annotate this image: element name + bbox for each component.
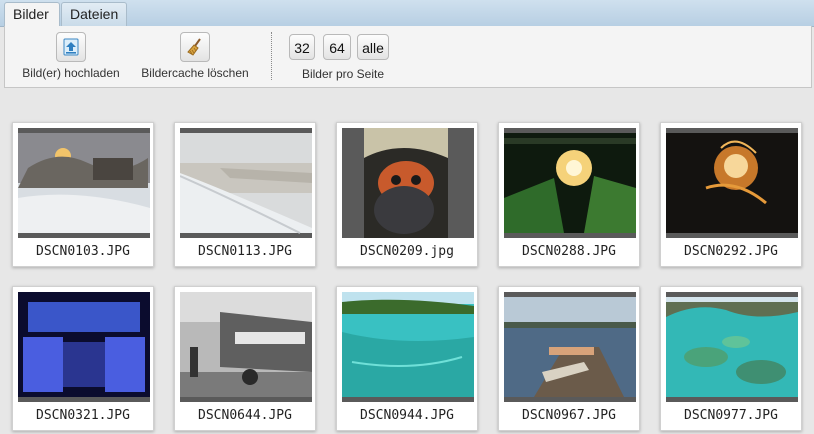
image-filename: DSCN0977.JPG	[684, 408, 778, 423]
image-card[interactable]: DSCN0103.JPG	[12, 122, 154, 267]
broom-icon	[180, 32, 210, 62]
image-card[interactable]: DSCN0113.JPG	[174, 122, 316, 267]
image-card[interactable]: DSCN0321.JPG	[12, 286, 154, 431]
image-thumbnail[interactable]	[342, 292, 474, 402]
image-card[interactable]: DSCN0644.JPG	[174, 286, 316, 431]
image-filename: DSCN0644.JPG	[198, 408, 292, 423]
toolbar: Bild(er) hochladen Bildercache löschen 3…	[4, 26, 812, 88]
tab-dateien[interactable]: Dateien	[61, 2, 127, 26]
image-card[interactable]: DSCN0292.JPG	[660, 122, 802, 267]
tab-bar: Bilder Dateien	[0, 0, 814, 27]
clear-cache-button[interactable]: Bildercache löschen	[133, 32, 257, 80]
image-thumbnail[interactable]	[504, 292, 636, 402]
image-thumbnail[interactable]	[18, 128, 150, 238]
image-card[interactable]: DSCN0967.JPG	[498, 286, 640, 431]
image-filename: DSCN0288.JPG	[522, 244, 616, 259]
image-thumbnail[interactable]	[180, 292, 312, 402]
per-page-all-button[interactable]: alle	[357, 34, 389, 60]
image-filename: DSCN0209.jpg	[360, 244, 454, 259]
image-thumbnail[interactable]	[18, 292, 150, 402]
per-page-label: Bilder pro Seite	[301, 67, 385, 81]
image-filename: DSCN0292.JPG	[684, 244, 778, 259]
image-card[interactable]: DSCN0209.jpg	[336, 122, 478, 267]
per-page-64-button[interactable]: 64	[323, 34, 351, 60]
image-filename: DSCN0103.JPG	[36, 244, 130, 259]
image-filename: DSCN0321.JPG	[36, 408, 130, 423]
image-filename: DSCN0113.JPG	[198, 244, 292, 259]
image-thumbnail[interactable]	[666, 292, 798, 402]
tab-bilder[interactable]: Bilder	[4, 2, 60, 27]
toolbar-separator	[271, 32, 272, 80]
upload-images-label: Bild(er) hochladen	[22, 66, 120, 80]
image-thumbnail[interactable]	[342, 128, 474, 238]
image-card[interactable]: DSCN0288.JPG	[498, 122, 640, 267]
image-card[interactable]: DSCN0944.JPG	[336, 286, 478, 431]
image-filename: DSCN0967.JPG	[522, 408, 616, 423]
image-thumbnail[interactable]	[666, 128, 798, 238]
clear-cache-label: Bildercache löschen	[141, 66, 249, 80]
image-thumbnail[interactable]	[504, 128, 636, 238]
image-thumbnail[interactable]	[180, 128, 312, 238]
image-filename: DSCN0944.JPG	[360, 408, 454, 423]
per-page-32-button[interactable]: 32	[289, 34, 315, 60]
image-card[interactable]: DSCN0977.JPG	[660, 286, 802, 431]
upload-icon	[56, 32, 86, 62]
upload-images-button[interactable]: Bild(er) hochladen	[15, 32, 127, 80]
